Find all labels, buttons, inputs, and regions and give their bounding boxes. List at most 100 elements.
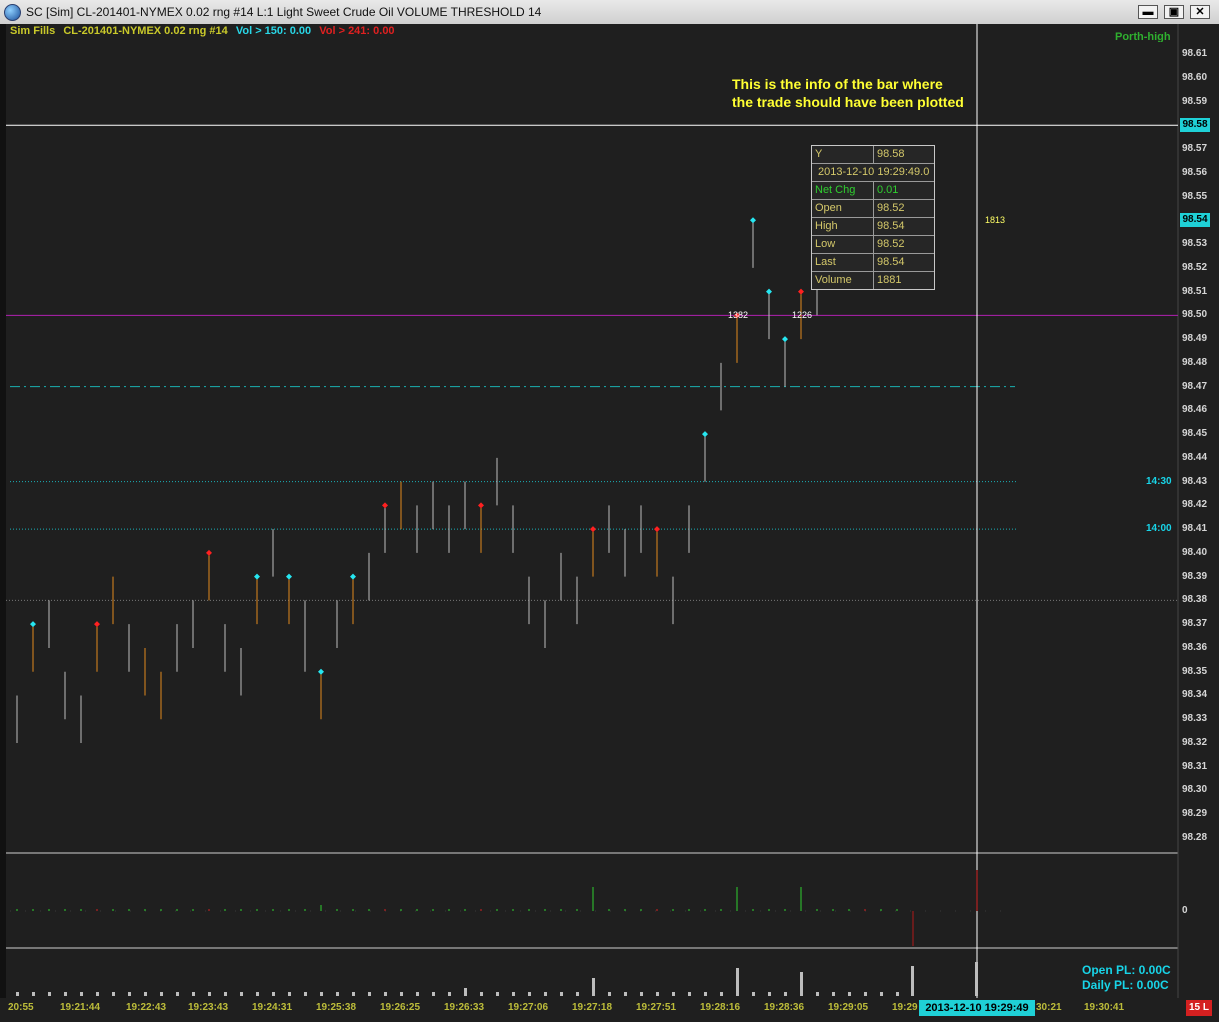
price-tick-label: 98.49 [1182,333,1208,345]
volume-bar [688,992,691,996]
time-tick-label: 19:25:38 [316,1002,357,1013]
crosshair-time-tag: 2013-12-10 19:29:49 [919,1000,1035,1016]
fill-marker [766,288,772,295]
time-tick-label: 19:26:25 [380,1002,421,1013]
chart-legend: Sim Fills CL-201401-NYMEX 0.02 rng #14 V… [10,25,400,37]
annotation-line-2: the trade should have been plotted [732,94,964,110]
legend-vol-up: Vol > 150: 0.00 [235,25,312,37]
fill-marker [750,217,756,224]
time-tick-label: 20:55 [8,1002,34,1013]
data-window-y-row: Y 98.58 [812,146,934,164]
data-window-label: Net Chg [812,182,874,199]
volume-bar [560,992,563,996]
volume-bar [816,992,819,996]
price-tick-label: 98.57 [1182,143,1208,155]
volume-bar [64,992,67,996]
volume-bar [704,992,707,996]
time-tick-label: 19:28:36 [764,1002,805,1013]
chart-canvas[interactable] [0,0,1219,1022]
volume-bar [400,992,403,996]
time-tick-label: 19:21:44 [60,1002,101,1013]
data-window-value: 98.54 [877,220,905,232]
fill-marker [254,573,260,580]
price-tick-label: 98.60 [1182,71,1208,83]
data-window-label: High [812,218,874,235]
price-tick-label: 98.40 [1182,546,1208,558]
price-tick-label: 98.61 [1182,48,1208,59]
volume-bar [144,992,147,996]
crosshair-price-tag: 98.58 [1180,118,1210,132]
price-tick-label: 98.55 [1182,190,1208,202]
data-window-value: 1881 [877,274,902,286]
data-window-y-value: 98.58 [877,148,905,160]
volume-bar [384,992,387,996]
time-tick-label: 19:29 [892,1002,918,1013]
volume-bar [432,992,435,996]
volume-bar [160,992,163,996]
data-window-row: Net Chg 0.01 [812,182,934,200]
volume-bar [352,992,355,996]
data-window-value: 98.52 [877,238,905,250]
fill-marker [382,502,388,509]
data-window-label: Last [812,254,874,271]
volume-bar [32,992,35,996]
price-tick-label: 98.48 [1182,356,1208,368]
fill-marker [206,549,212,556]
volume-bar [720,992,723,996]
pl-panel: Open PL: 0.00C Daily PL: 0.00C [1082,963,1171,993]
fill-marker [798,288,804,295]
volume-bar [512,992,515,996]
volume-bar [640,992,643,996]
session-label-1430: 14:30 [1146,476,1172,487]
volume-bar [496,992,499,996]
data-window-row: Open 98.52 [812,200,934,218]
volume-bar [192,992,195,996]
time-tick-label: 19:30:41 [1084,1002,1125,1013]
price-tick-label: 98.29 [1182,808,1208,820]
session-label-1400: 14:00 [1146,523,1172,534]
price-tick-label: 98.52 [1182,261,1208,273]
volume-bar [240,992,243,996]
volume-bar [544,992,547,996]
volume-bar [896,992,899,996]
price-tick-label: 98.47 [1182,380,1208,392]
price-tick-label: 98.53 [1182,238,1208,250]
fill-marker [318,668,324,675]
volume-bar [576,992,579,996]
price-tick-label: 98.34 [1182,689,1208,701]
time-tick-label: 19:22:43 [126,1002,167,1013]
volume-bar [128,992,131,996]
fill-marker [94,621,100,628]
bar-volume-label: 1382 [728,310,749,320]
volume-bar [320,992,323,996]
price-tick-label: 98.42 [1182,499,1208,511]
volume-bar [448,992,451,996]
data-window-row: High 98.54 [812,218,934,236]
price-tick-label: 98.59 [1182,95,1208,107]
price-tick-label: 98.32 [1182,736,1208,748]
data-window-row: Low 98.52 [812,236,934,254]
annotation-text: This is the info of the bar where the tr… [732,75,964,111]
volume-bar [416,992,419,996]
fill-marker [702,431,708,438]
volume-bar [592,978,595,996]
volume-bar [224,992,227,996]
volume-bar [800,972,803,996]
fill-marker [782,336,788,343]
volume-bar [80,992,83,996]
data-window-label: Volume [812,272,874,289]
price-tick-label: 98.28 [1182,832,1208,843]
fill-marker [654,526,660,533]
volume-bar [112,992,115,996]
fill-marker [286,573,292,580]
volume-bar [96,992,99,996]
fill-marker [30,621,36,628]
data-window[interactable]: Y 98.58 2013-12-10 19:29:49.0 Net Chg 0.0… [811,145,935,290]
volume-bar [768,992,771,996]
open-pl: Open PL: 0.00C [1082,963,1171,977]
volume-bar [752,992,755,996]
annotation-line-1: This is the info of the bar where [732,76,943,92]
volume-bar [368,992,371,996]
volume-bar [16,992,19,996]
volume-bar [208,992,211,996]
